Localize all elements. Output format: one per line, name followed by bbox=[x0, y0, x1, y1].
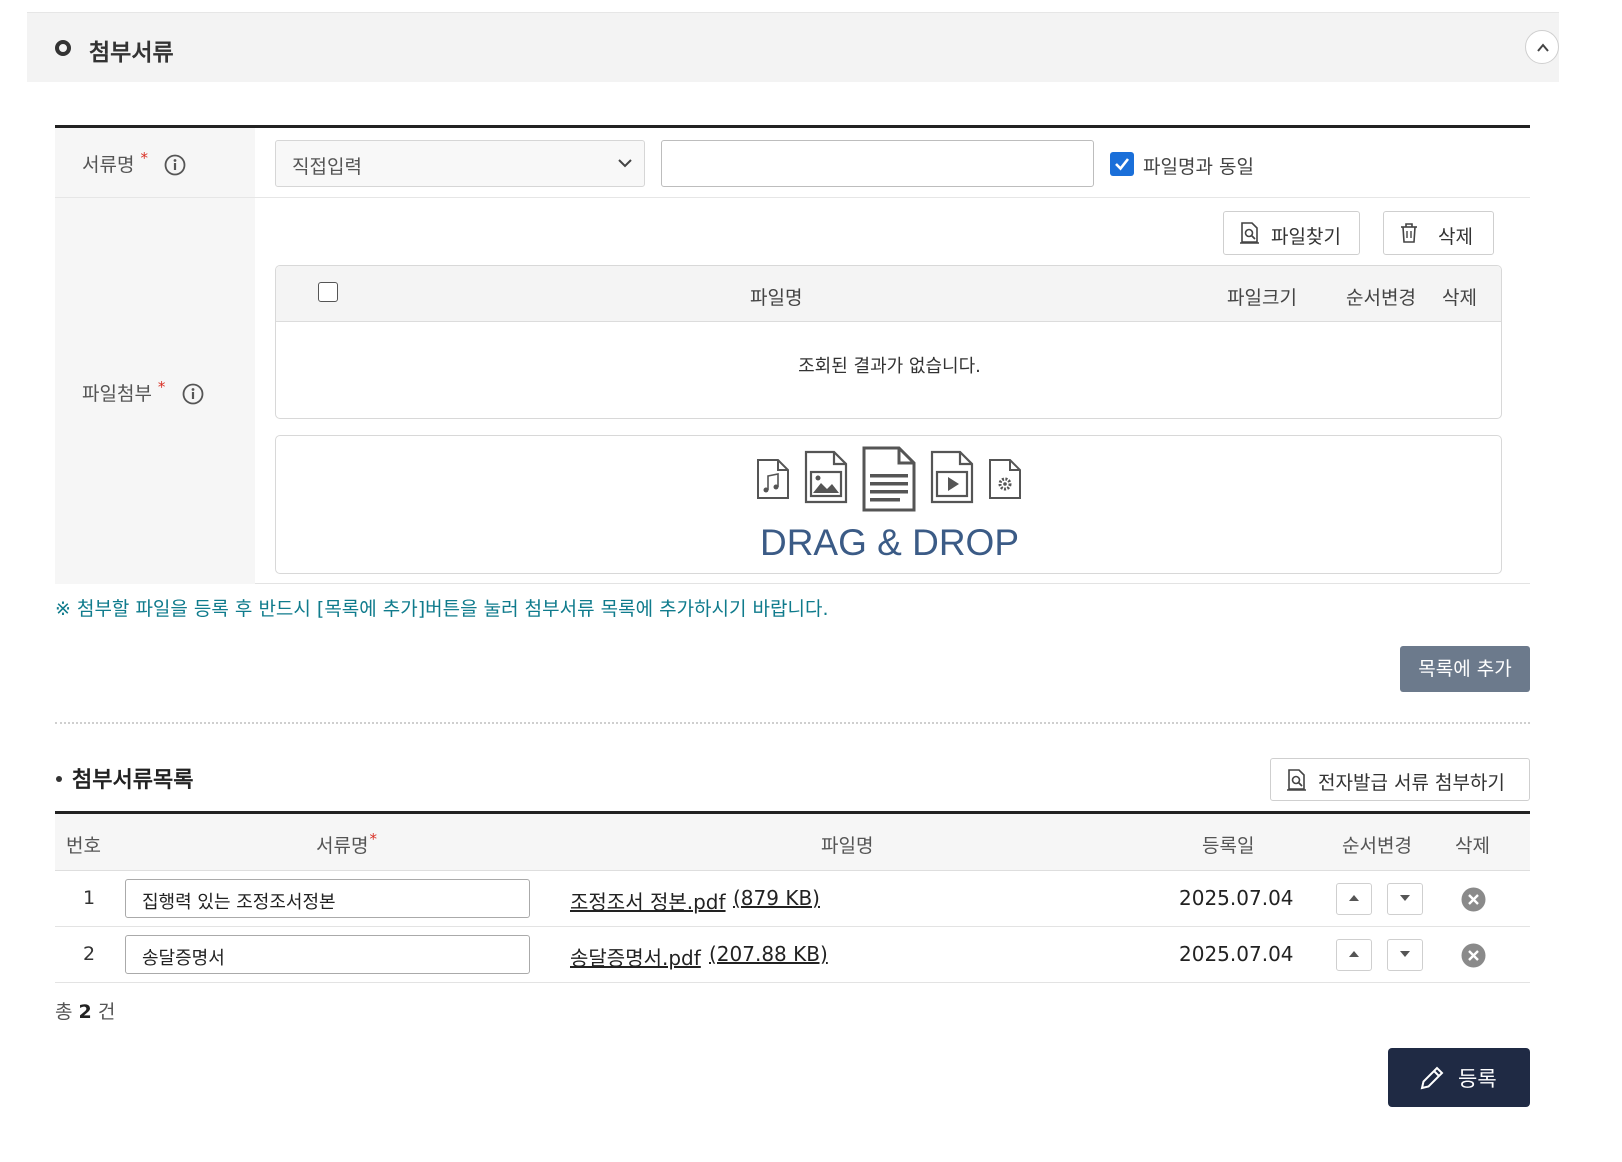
file-types-icon bbox=[757, 446, 1021, 512]
required-mark: * bbox=[140, 149, 148, 167]
move-up-button[interactable] bbox=[1336, 883, 1372, 915]
pencil-icon bbox=[1420, 1066, 1444, 1090]
col-delete: 삭제 bbox=[1442, 287, 1477, 309]
drag-drop-zone[interactable]: DRAG & DROP bbox=[275, 435, 1502, 574]
reg-date: 2025.07.04 bbox=[1179, 942, 1294, 966]
same-as-filename-checkbox[interactable] bbox=[1110, 152, 1134, 176]
col-filename: 파일명 bbox=[821, 835, 874, 857]
info-icon[interactable] bbox=[182, 383, 204, 405]
dotted-divider bbox=[55, 722, 1530, 724]
file-search-icon bbox=[1287, 769, 1306, 791]
col-reorder: 순서변경 bbox=[1342, 835, 1412, 857]
required-mark: * bbox=[369, 830, 377, 848]
triangle-down-icon bbox=[1400, 895, 1410, 901]
move-up-button[interactable] bbox=[1336, 939, 1372, 971]
bullet-icon bbox=[56, 776, 62, 782]
chevron-down-icon bbox=[618, 159, 632, 168]
delete-circle-icon[interactable] bbox=[1461, 943, 1486, 968]
attachment-list-table: 번호 서류명* 파일명 등록일 순서변경 삭제 1 집행력 있는 조정조서정본 … bbox=[55, 811, 1530, 983]
doc-name-label: 서류명 * bbox=[82, 149, 148, 176]
table-row: 2 송달증명서 송달증명서.pdf (207.88 KB) 2025.07.04 bbox=[55, 927, 1530, 983]
col-filesize: 파일크기 bbox=[1227, 287, 1297, 309]
empty-message: 조회된 결과가 없습니다. bbox=[798, 356, 981, 377]
required-mark: * bbox=[157, 378, 166, 396]
list-header: 번호 서류명* 파일명 등록일 순서변경 삭제 bbox=[55, 814, 1530, 871]
file-grid: 파일명 파일크기 순서변경 삭제 조회된 결과가 없습니다. bbox=[275, 265, 1502, 419]
find-file-button[interactable]: 파일찾기 bbox=[1223, 211, 1360, 255]
section-header: 첨부서류 bbox=[27, 12, 1559, 82]
edoc-attach-button[interactable]: 전자발급 서류 첨부하기 bbox=[1270, 758, 1530, 801]
row-number: 1 bbox=[83, 887, 96, 909]
total-count: 총 2 건 bbox=[55, 1001, 116, 1023]
reg-date: 2025.07.04 bbox=[1179, 886, 1294, 910]
file-attach-label: 파일첨부 * bbox=[82, 378, 166, 405]
chevron-up-icon bbox=[1537, 43, 1549, 52]
delete-circle-icon[interactable] bbox=[1461, 887, 1486, 912]
triangle-down-icon bbox=[1400, 951, 1410, 957]
list-title: 첨부서류목록 bbox=[72, 768, 194, 793]
doc-name-field[interactable]: 송달증명서 bbox=[125, 935, 530, 974]
doc-name-field[interactable]: 집행력 있는 조정조서정본 bbox=[125, 879, 530, 918]
row-number: 2 bbox=[83, 943, 96, 965]
file-size[interactable]: (879 KB) bbox=[733, 886, 820, 910]
delete-file-button[interactable]: 삭제 bbox=[1383, 211, 1494, 255]
select-all-checkbox[interactable] bbox=[318, 282, 338, 302]
doc-name-input[interactable] bbox=[661, 140, 1094, 187]
trash-icon bbox=[1401, 223, 1417, 243]
file-link[interactable]: 송달증명서.pdf bbox=[570, 942, 701, 971]
triangle-up-icon bbox=[1349, 895, 1359, 901]
section-title: 첨부서류 bbox=[89, 40, 174, 66]
col-doc-name: 서류명* bbox=[316, 830, 377, 857]
collapse-toggle-button[interactable] bbox=[1525, 30, 1559, 64]
doc-type-select[interactable]: 직접입력 bbox=[275, 140, 645, 187]
notice-text: ※ 첨부할 파일을 등록 후 반드시 [목록에 추가]버튼을 눌러 첨부서류 목… bbox=[55, 598, 829, 620]
col-date: 등록일 bbox=[1202, 835, 1255, 857]
col-reorder: 순서변경 bbox=[1346, 287, 1416, 309]
triangle-up-icon bbox=[1349, 951, 1359, 957]
circle-bullet-icon bbox=[55, 40, 71, 56]
move-down-button[interactable] bbox=[1387, 883, 1423, 915]
col-no: 번호 bbox=[66, 835, 101, 857]
table-row: 1 집행력 있는 조정조서정본 조정조서 정본.pdf (879 KB) 202… bbox=[55, 871, 1530, 927]
checkmark-icon bbox=[1115, 158, 1130, 171]
drag-drop-text: DRAG & DROP bbox=[759, 522, 1020, 563]
same-as-filename-label[interactable]: 파일명과 동일 bbox=[1143, 152, 1254, 179]
row-divider bbox=[55, 197, 1530, 198]
file-link[interactable]: 조정조서 정본.pdf bbox=[570, 886, 726, 915]
register-button[interactable]: 등록 bbox=[1388, 1048, 1530, 1107]
add-to-list-button[interactable]: 목록에 추가 bbox=[1400, 646, 1530, 692]
info-icon[interactable] bbox=[164, 154, 186, 176]
file-size[interactable]: (207.88 KB) bbox=[709, 942, 828, 966]
move-down-button[interactable] bbox=[1387, 939, 1423, 971]
file-search-icon bbox=[1240, 222, 1259, 244]
attachment-form: 서류명 * 파일첨부 * 직접입력 파일명과 동일 파일찾기 삭제 파일명 파일… bbox=[55, 125, 1530, 584]
col-filename: 파일명 bbox=[750, 287, 803, 309]
col-delete: 삭제 bbox=[1455, 835, 1490, 857]
file-grid-header: 파일명 파일크기 순서변경 삭제 bbox=[276, 266, 1501, 322]
